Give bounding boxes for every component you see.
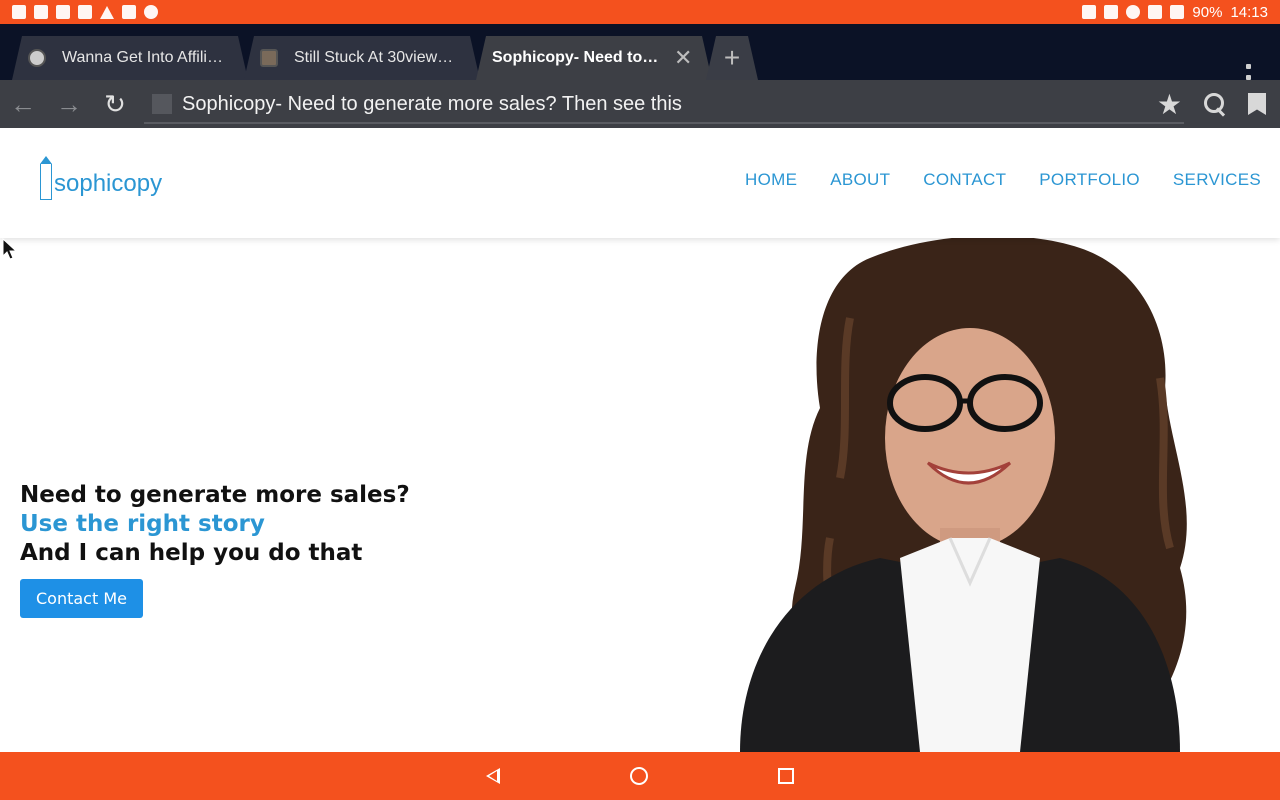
do-not-disturb-icon	[1126, 5, 1141, 19]
arrow-right-icon: →	[56, 88, 82, 119]
system-indicators: 90% 14:13	[1082, 4, 1268, 21]
new-tab-button[interactable]: +	[706, 36, 758, 80]
clock: 14:13	[1230, 3, 1268, 21]
tab-strip: Wanna Get Into Affili… Still Stuck At 30…	[0, 24, 1280, 90]
battery-percentage: 90%	[1192, 3, 1223, 21]
browser-tab-active[interactable]: Sophicopy- Need to… ✕	[476, 36, 712, 80]
hero-text: Need to generate more sales? Use the rig…	[20, 481, 410, 618]
hero-portrait-image	[740, 238, 1187, 752]
main-navigation: HOME ABOUT CONTACT PORTFOLIO SERVICES	[745, 170, 1261, 190]
no-sim-icon	[1148, 5, 1163, 19]
address-bar: ← → ↻ Sophicopy- Need to generate more s…	[0, 80, 1280, 128]
forward-button[interactable]: →	[46, 80, 92, 128]
home-circle-icon[interactable]	[630, 767, 648, 785]
site-header: sophicopy HOME ABOUT CONTACT PORTFOLIO S…	[0, 128, 1280, 238]
hero-subheadline: Use the right story	[20, 511, 265, 537]
download-icon	[56, 5, 70, 19]
nav-link-about[interactable]: ABOUT	[830, 170, 890, 190]
app-notification-icon	[144, 5, 158, 19]
edit-note-icon	[78, 5, 92, 19]
tab-favicon-icon	[260, 49, 278, 67]
back-triangle-icon[interactable]	[486, 768, 500, 784]
browser-tab[interactable]: Still Stuck At 30view…	[244, 36, 480, 80]
battery-icon	[1170, 5, 1185, 19]
plus-icon: +	[723, 42, 741, 73]
status-bar: 90% 14:13	[0, 0, 1280, 24]
recents-square-icon[interactable]	[778, 768, 794, 784]
browser-tab[interactable]: Wanna Get Into Affili…	[12, 36, 248, 80]
close-tab-icon[interactable]: ✕	[674, 45, 692, 71]
reload-button[interactable]: ↻	[92, 80, 138, 128]
star-icon[interactable]: ★	[1157, 88, 1182, 121]
nav-link-home[interactable]: HOME	[745, 170, 797, 190]
url-text: Sophicopy- Need to generate more sales? …	[182, 92, 682, 115]
mouse-cursor-icon	[2, 238, 18, 260]
cast-icon	[1082, 5, 1097, 19]
nav-link-contact[interactable]: CONTACT	[923, 170, 1006, 190]
url-field[interactable]: Sophicopy- Need to generate more sales? …	[144, 86, 1184, 124]
address-bar-actions: ★	[1157, 80, 1280, 128]
reload-icon: ↻	[104, 88, 126, 119]
warning-icon	[100, 5, 114, 19]
tab-title: Sophicopy- Need to…	[492, 49, 659, 66]
arrow-left-icon: ←	[10, 88, 36, 119]
system-navigation-bar	[0, 752, 1280, 800]
video-camera-icon	[12, 5, 26, 19]
search-icon[interactable]	[1204, 93, 1226, 115]
back-button[interactable]: ←	[0, 80, 46, 128]
tab-title: Wanna Get Into Affili…	[62, 49, 223, 66]
site-logo[interactable]: sophicopy	[39, 156, 163, 200]
contact-me-button[interactable]: Contact Me	[20, 579, 143, 618]
hero-tagline: And I can help you do that	[20, 540, 363, 566]
hero-headline: Need to generate more sales?	[20, 482, 410, 508]
web-page: sophicopy HOME ABOUT CONTACT PORTFOLIO S…	[0, 128, 1280, 752]
notification-icons	[12, 5, 158, 19]
bluetooth-icon	[1104, 5, 1119, 19]
tab-favicon-icon	[28, 49, 46, 67]
nav-link-services[interactable]: SERVICES	[1173, 170, 1261, 190]
vivaldi-icon	[34, 5, 48, 19]
site-favicon-icon	[152, 94, 172, 114]
logo-text: sophicopy	[54, 170, 163, 197]
bookmarks-icon[interactable]	[1248, 93, 1266, 115]
tab-title: Still Stuck At 30view…	[294, 49, 454, 66]
nav-link-portfolio[interactable]: PORTFOLIO	[1039, 170, 1140, 190]
pencil-icon	[39, 156, 52, 200]
lock-icon	[122, 5, 136, 19]
